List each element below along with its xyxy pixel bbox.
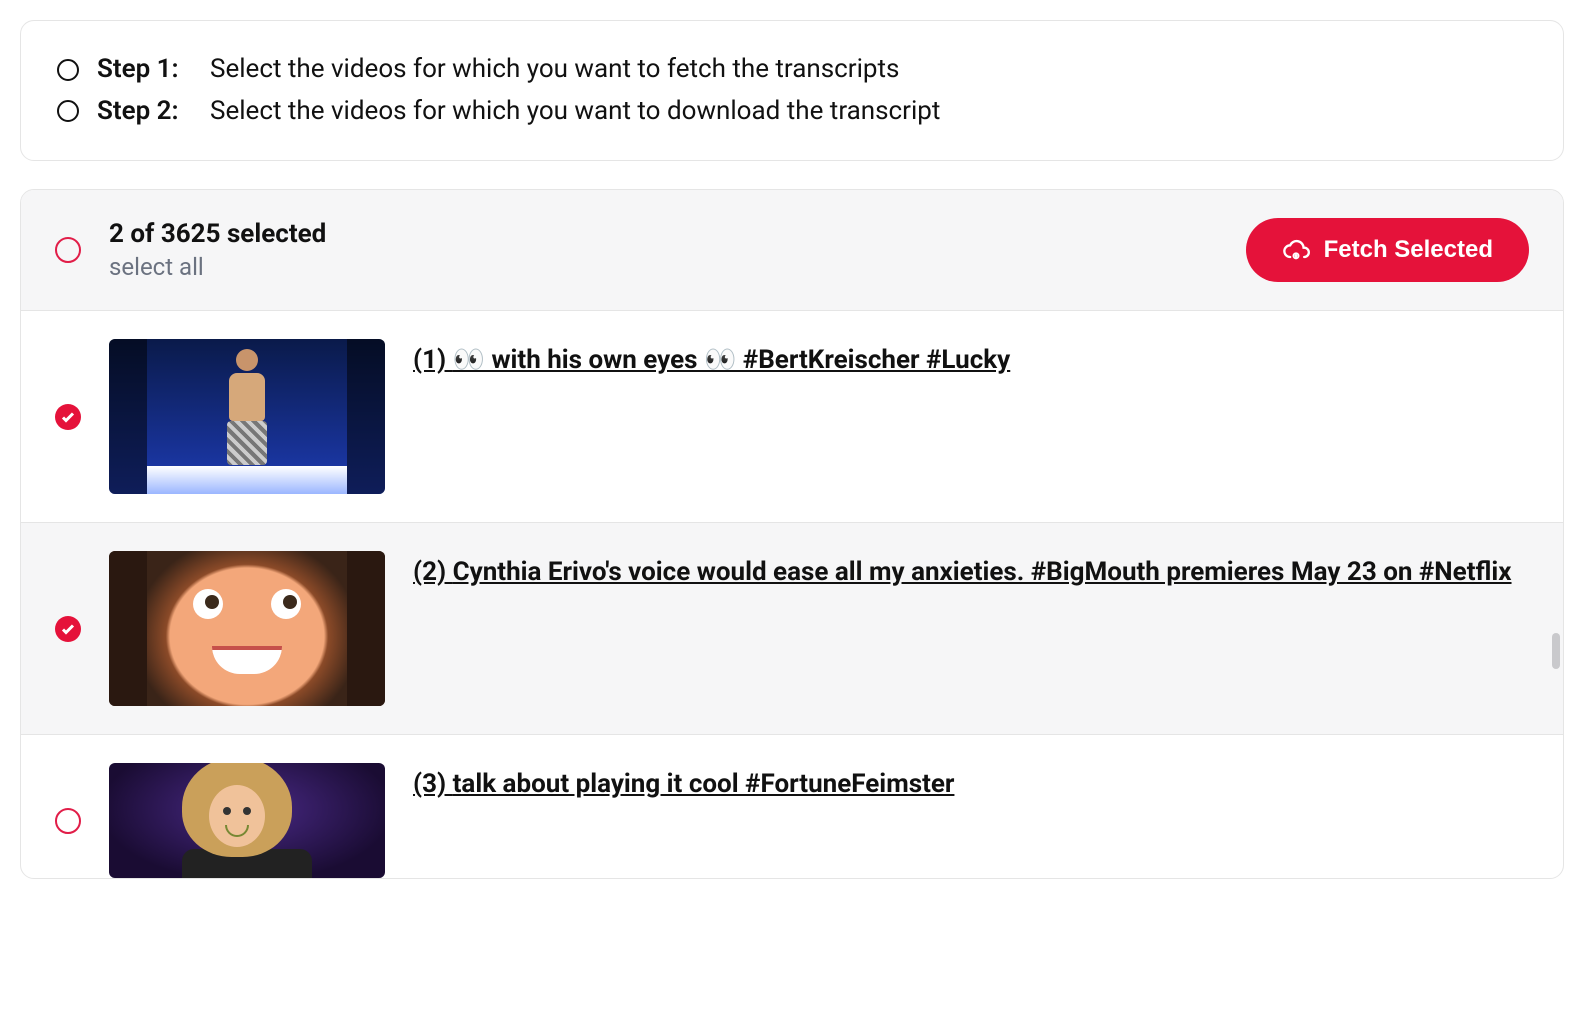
selection-count: 2 of 3625 selected — [109, 219, 1218, 249]
video-list-body: (1) 👀 with his own eyes 👀 #BertKreischer… — [21, 311, 1563, 878]
steps-card: Step 1: Select the videos for which you … — [20, 20, 1564, 161]
checkmark-icon — [60, 621, 76, 637]
list-header: 2 of 3625 selected select all Fetch Sele… — [21, 190, 1563, 311]
video-title-text: 👀 with his own eyes 👀 #BertKreischer #Lu… — [453, 345, 1011, 375]
video-index: (3) — [413, 769, 453, 799]
video-thumbnail[interactable] — [109, 763, 385, 878]
video-index: (1) — [413, 345, 453, 375]
fetch-button-label: Fetch Selected — [1324, 236, 1493, 264]
scrollbar-thumb[interactable] — [1552, 633, 1560, 669]
video-list-card: 2 of 3625 selected select all Fetch Sele… — [20, 189, 1564, 879]
video-title-text: Cynthia Erivo's voice would ease all my … — [453, 557, 1512, 587]
selection-summary: 2 of 3625 selected select all — [109, 219, 1218, 281]
select-all-checkbox[interactable] — [55, 237, 81, 263]
step-2-label: Step 2: — [97, 91, 192, 133]
step-bullet-icon — [57, 59, 79, 81]
video-row[interactable]: (2) Cynthia Erivo's voice would ease all… — [21, 523, 1563, 735]
video-title-link[interactable]: (1) 👀 with his own eyes 👀 #BertKreischer… — [413, 345, 1010, 375]
video-row[interactable]: (3) talk about playing it cool #FortuneF… — [21, 735, 1563, 878]
video-index: (2) — [413, 557, 453, 587]
step-bullet-icon — [57, 100, 79, 122]
video-title-text: talk about playing it cool #FortuneFeims… — [453, 769, 955, 799]
video-checkbox[interactable] — [55, 808, 81, 834]
cloud-download-icon — [1282, 236, 1310, 264]
checkmark-icon — [60, 409, 76, 425]
step-1-row: Step 1: Select the videos for which you … — [57, 49, 1527, 91]
video-thumbnail[interactable] — [109, 339, 385, 494]
video-info: (3) talk about playing it cool #FortuneF… — [413, 763, 1529, 802]
step-2-desc: Select the videos for which you want to … — [210, 91, 940, 133]
step-1-label: Step 1: — [97, 49, 192, 91]
video-checkbox[interactable] — [55, 616, 81, 642]
select-all-link[interactable]: select all — [109, 253, 1218, 281]
video-title-link[interactable]: (3) talk about playing it cool #FortuneF… — [413, 769, 954, 799]
video-checkbox[interactable] — [55, 404, 81, 430]
fetch-selected-button[interactable]: Fetch Selected — [1246, 218, 1529, 282]
video-thumbnail[interactable] — [109, 551, 385, 706]
step-1-desc: Select the videos for which you want to … — [210, 49, 899, 91]
video-row[interactable]: (1) 👀 with his own eyes 👀 #BertKreischer… — [21, 311, 1563, 523]
step-2-row: Step 2: Select the videos for which you … — [57, 91, 1527, 133]
video-info: (2) Cynthia Erivo's voice would ease all… — [413, 551, 1529, 590]
video-info: (1) 👀 with his own eyes 👀 #BertKreischer… — [413, 339, 1529, 378]
video-title-link[interactable]: (2) Cynthia Erivo's voice would ease all… — [413, 557, 1512, 587]
